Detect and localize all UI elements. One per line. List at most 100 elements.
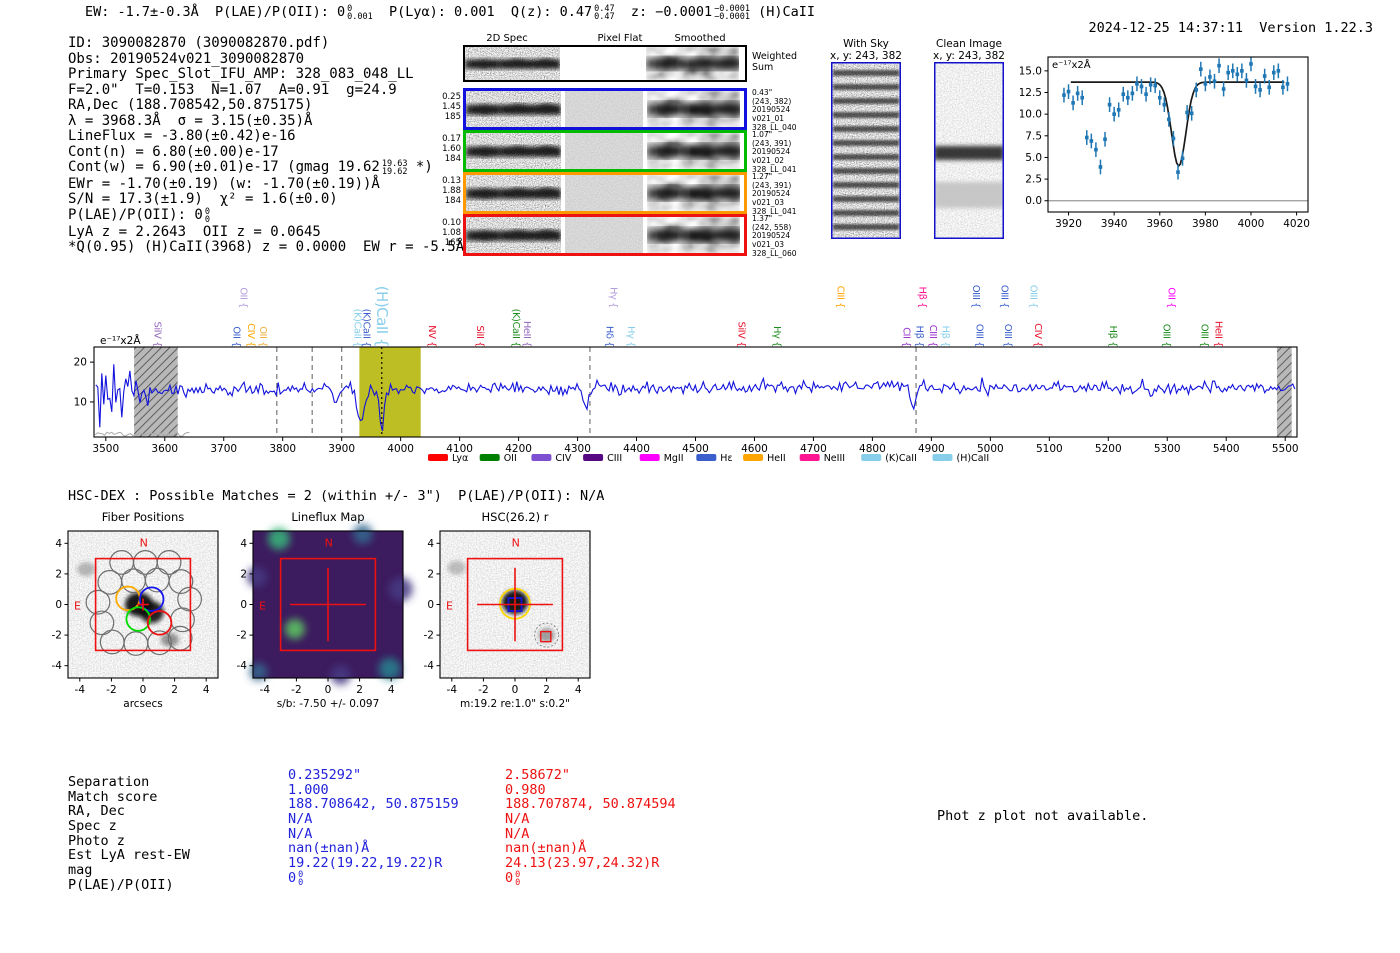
data-point (1262, 74, 1267, 78)
data-point (1153, 83, 1157, 88)
data-point (1062, 93, 1066, 97)
data-point (1240, 69, 1244, 73)
fiber-row-right-labels: 1.07" (243, 391) 20190524 v021_02 328_LL… (752, 130, 797, 174)
match-table-labels: Separation Match score RA, Dec Spec z Photo … (68, 775, 190, 893)
cutout-cell (647, 175, 740, 211)
info-line: S/N = 17.3(±1.9) χ² = 1.6(±0.0) (68, 191, 338, 208)
emission-line-label: OII { (230, 326, 242, 347)
info-line: LyA z = 2.2643 OII z = 0.0645 (68, 223, 321, 240)
data-point (1203, 82, 1208, 86)
x-tick-label: 3960 (1146, 218, 1173, 230)
weighted-sum-label: Weighted Sum (752, 51, 797, 73)
match-table-value: 188.707874, 50.874594 (505, 796, 676, 813)
info-line: Cont(n) = 6.80(±0.00)e-17 (68, 143, 279, 160)
emission-line-label: Hγ { (607, 287, 619, 308)
data-point (1217, 63, 1221, 68)
clean-image (932, 60, 1006, 241)
x-tick-label: 5500 (1272, 443, 1299, 455)
cutout-cell (565, 133, 643, 169)
panel-xlabel: m:19.2 re:1.0" s:0.2" (460, 698, 570, 710)
cutout-cell (647, 217, 740, 253)
y-tick-label: -2 (424, 630, 434, 642)
info-line: ID: 3090082870 (3090082870.pdf) (68, 35, 330, 51)
emission-line-label: Hγ { (770, 326, 782, 347)
data-point (1285, 82, 1290, 86)
emission-line-label: OIII { (998, 284, 1010, 308)
legend-label: (K)CaII (885, 453, 917, 464)
match-table-value: 188.708642, 50.875159 (288, 796, 459, 813)
sup-sub-value: 0 0.001 (347, 4, 373, 22)
elixer-report-page: EW: -1.7±-0.3Å P(LAE)/P(OII): 0 0 0.001 P(… (0, 0, 1400, 953)
legend-swatch (583, 454, 604, 461)
emission-line-label: OII { (257, 326, 269, 347)
x-tick-label: 3800 (269, 443, 296, 455)
line-highlight-band (359, 347, 421, 437)
info-line: RA,Dec (188.708542,50.875175) (68, 97, 313, 113)
cutout-col-header: Smoothed (674, 33, 726, 44)
data-point (1157, 95, 1162, 100)
cutout-cell (647, 133, 740, 169)
summary-header-line: EW: -1.7±-0.3Å P(LAE)/P(OII): 0 0 0.001 P(… (85, 4, 816, 22)
x-tick-label: 3980 (1192, 218, 1219, 230)
legend-label: (H)CaII (957, 453, 990, 464)
match-table-value: N/A (288, 811, 313, 828)
y-tick-label: 0 (55, 599, 62, 611)
fiber-row-left-labels: 0.17 1.60 184 (442, 134, 461, 164)
emission-line-label: Hγ { (625, 326, 637, 347)
lineflux-map-title: Lineflux Map (291, 510, 364, 524)
sup-sub-value: 0.47 0.47 (594, 4, 615, 22)
fiber-cutout-row (463, 88, 747, 130)
emission-line-label: OIII { (970, 284, 982, 308)
fiber-row-left-labels: 0.13 1.88 184 (442, 176, 461, 206)
x-tick-label: -2 (478, 684, 488, 696)
y-tick-label: -2 (52, 630, 62, 642)
match-table-label: Separation (68, 774, 150, 790)
match-table-value: 1.000 (288, 781, 329, 798)
legend-label: HeII (767, 453, 786, 464)
y-tick-label: 20 (74, 357, 87, 369)
legend-swatch (531, 454, 552, 461)
emission-line-label: (H)CaII { (372, 285, 391, 347)
cutout-2d-grid: 2D Spec Pixel Flat Smoothed Weighted Sum 0.2… (440, 33, 860, 263)
masked-region-band (1276, 347, 1292, 437)
match-candidate-column: 2.58672" 0.980 188.707874, 50.874594 N/A N/A… (505, 768, 676, 888)
emission-line-label: OIII { (1027, 284, 1039, 308)
x-tick-label: 5100 (1036, 443, 1063, 455)
legend-label: MgII (664, 453, 684, 464)
gaussian-fit-curve (1070, 81, 1285, 168)
data-point (1221, 87, 1226, 91)
x-tick-label: 4 (575, 684, 582, 696)
match-table-label: mag (68, 862, 93, 879)
x-tick-label: 4500 (682, 443, 709, 455)
data-point (1094, 147, 1098, 152)
legend-swatch (743, 454, 764, 461)
data-point (1276, 69, 1281, 73)
compass-north-label: N (140, 536, 148, 549)
data-point (1103, 137, 1107, 142)
emission-line-label: OII { (237, 287, 249, 308)
match-table-value: 000 (505, 869, 521, 888)
x-tick-label: 4000 (387, 443, 414, 455)
x-tick-label: 3600 (151, 443, 178, 455)
info-line: EWr = -1.70(±0.19) (w: -1.70(±0.19))Å (68, 175, 380, 192)
cutout-cell (565, 217, 643, 253)
cutout-cell (466, 91, 561, 127)
data-point (1230, 69, 1235, 73)
y-tick-label: 4 (240, 538, 247, 550)
match-table-label: Spec z (68, 818, 117, 835)
pixel-flat-image (565, 217, 643, 253)
fiber-positions-title: Fiber Positions (102, 510, 185, 524)
x-tick-label: 2 (543, 684, 550, 696)
full-spectrum-area: e⁻¹⁷x2Å 10 20 3500 3600 3700 3800 3900 4000 4100 4… (0, 250, 1400, 470)
fiber-cutout-row (463, 172, 747, 214)
match-candidate-column: 0.235292" 1.000 188.708642, 50.875159 N/A N/… (288, 768, 459, 887)
panel-xlabel: s/b: -7.50 +/- 0.097 (277, 698, 380, 710)
y-tick-label: -4 (237, 660, 248, 672)
emission-line-label: Hβ { (916, 286, 928, 308)
data-point (1281, 85, 1285, 90)
data-point (1212, 79, 1217, 84)
compass-east-label: E (259, 599, 266, 612)
data-point (1148, 82, 1153, 87)
legend-swatch (696, 454, 717, 461)
data-point (1135, 82, 1139, 86)
